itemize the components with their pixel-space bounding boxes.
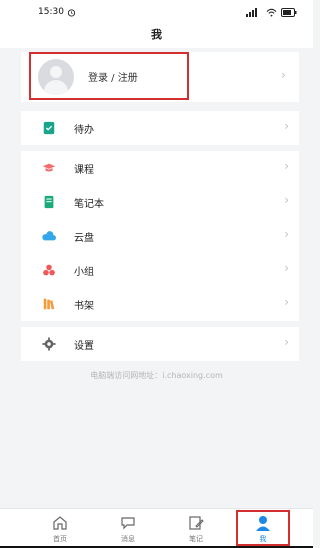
chevron-right-icon: › — [284, 227, 289, 241]
chevron-right-icon: › — [284, 159, 289, 173]
tab-label-home: 首页 — [53, 535, 67, 543]
web-address-note: 电脑端访问网地址：i.chaoxing.com — [90, 371, 223, 380]
tab-label-notes: 笔记 — [189, 535, 203, 543]
bookshelf-icon — [43, 298, 55, 310]
status-right — [246, 7, 297, 17]
todo-icon — [43, 121, 55, 135]
menu-item-bookshelf[interactable]: 书架 › — [21, 287, 299, 321]
status-left: 15:30 — [38, 7, 76, 17]
menu-label-cloud: 云盘 — [74, 233, 94, 244]
tab-home[interactable]: 首页 — [36, 509, 84, 548]
chevron-right-icon: › — [284, 335, 289, 349]
chevron-right-icon: › — [284, 295, 289, 309]
menu-item-cloud[interactable]: 云盘 › — [21, 219, 299, 253]
menu-label-course: 课程 — [74, 165, 94, 176]
profile-highlight-box — [29, 52, 189, 100]
signal-icon — [246, 7, 257, 17]
chevron-right-icon: › — [284, 261, 289, 275]
menu-label-todo: 待办 — [74, 125, 94, 136]
cloud-icon — [42, 231, 56, 241]
menu-item-todo[interactable]: 待办 › — [21, 111, 299, 145]
home-icon — [53, 516, 67, 530]
wifi-icon — [266, 8, 277, 17]
chevron-right-icon: › — [284, 193, 289, 207]
menu-item-course[interactable]: 课程 › — [21, 151, 299, 185]
menu-label-group: 小组 — [74, 267, 94, 278]
menu-label-bookshelf: 书架 — [74, 301, 94, 312]
tab-messages[interactable]: 消息 — [104, 509, 152, 548]
alarm-icon — [67, 8, 76, 17]
status-bar: 15:30 — [0, 0, 313, 24]
menu-label-notebook: 笔记本 — [74, 199, 104, 210]
gear-icon — [42, 337, 56, 351]
tab-label-messages: 消息 — [121, 535, 135, 543]
menu-item-notebook[interactable]: 笔记本 › — [21, 185, 299, 219]
battery-icon — [281, 7, 297, 17]
tab-notes[interactable]: 笔记 — [172, 509, 220, 548]
menu-label-settings: 设置 — [74, 341, 94, 352]
course-icon — [42, 163, 56, 172]
page-title: 我 — [0, 24, 313, 48]
chevron-right-icon: › — [281, 68, 286, 82]
menu-item-group[interactable]: 小组 › — [21, 253, 299, 287]
tab-highlight-box — [236, 510, 290, 546]
message-icon — [121, 517, 135, 530]
status-time: 15:30 — [38, 7, 64, 17]
menu-item-settings[interactable]: 设置 › — [21, 327, 299, 361]
group-icon — [43, 264, 55, 276]
notebook-icon — [44, 195, 54, 209]
chevron-right-icon: › — [284, 119, 289, 133]
note-icon — [189, 516, 204, 530]
